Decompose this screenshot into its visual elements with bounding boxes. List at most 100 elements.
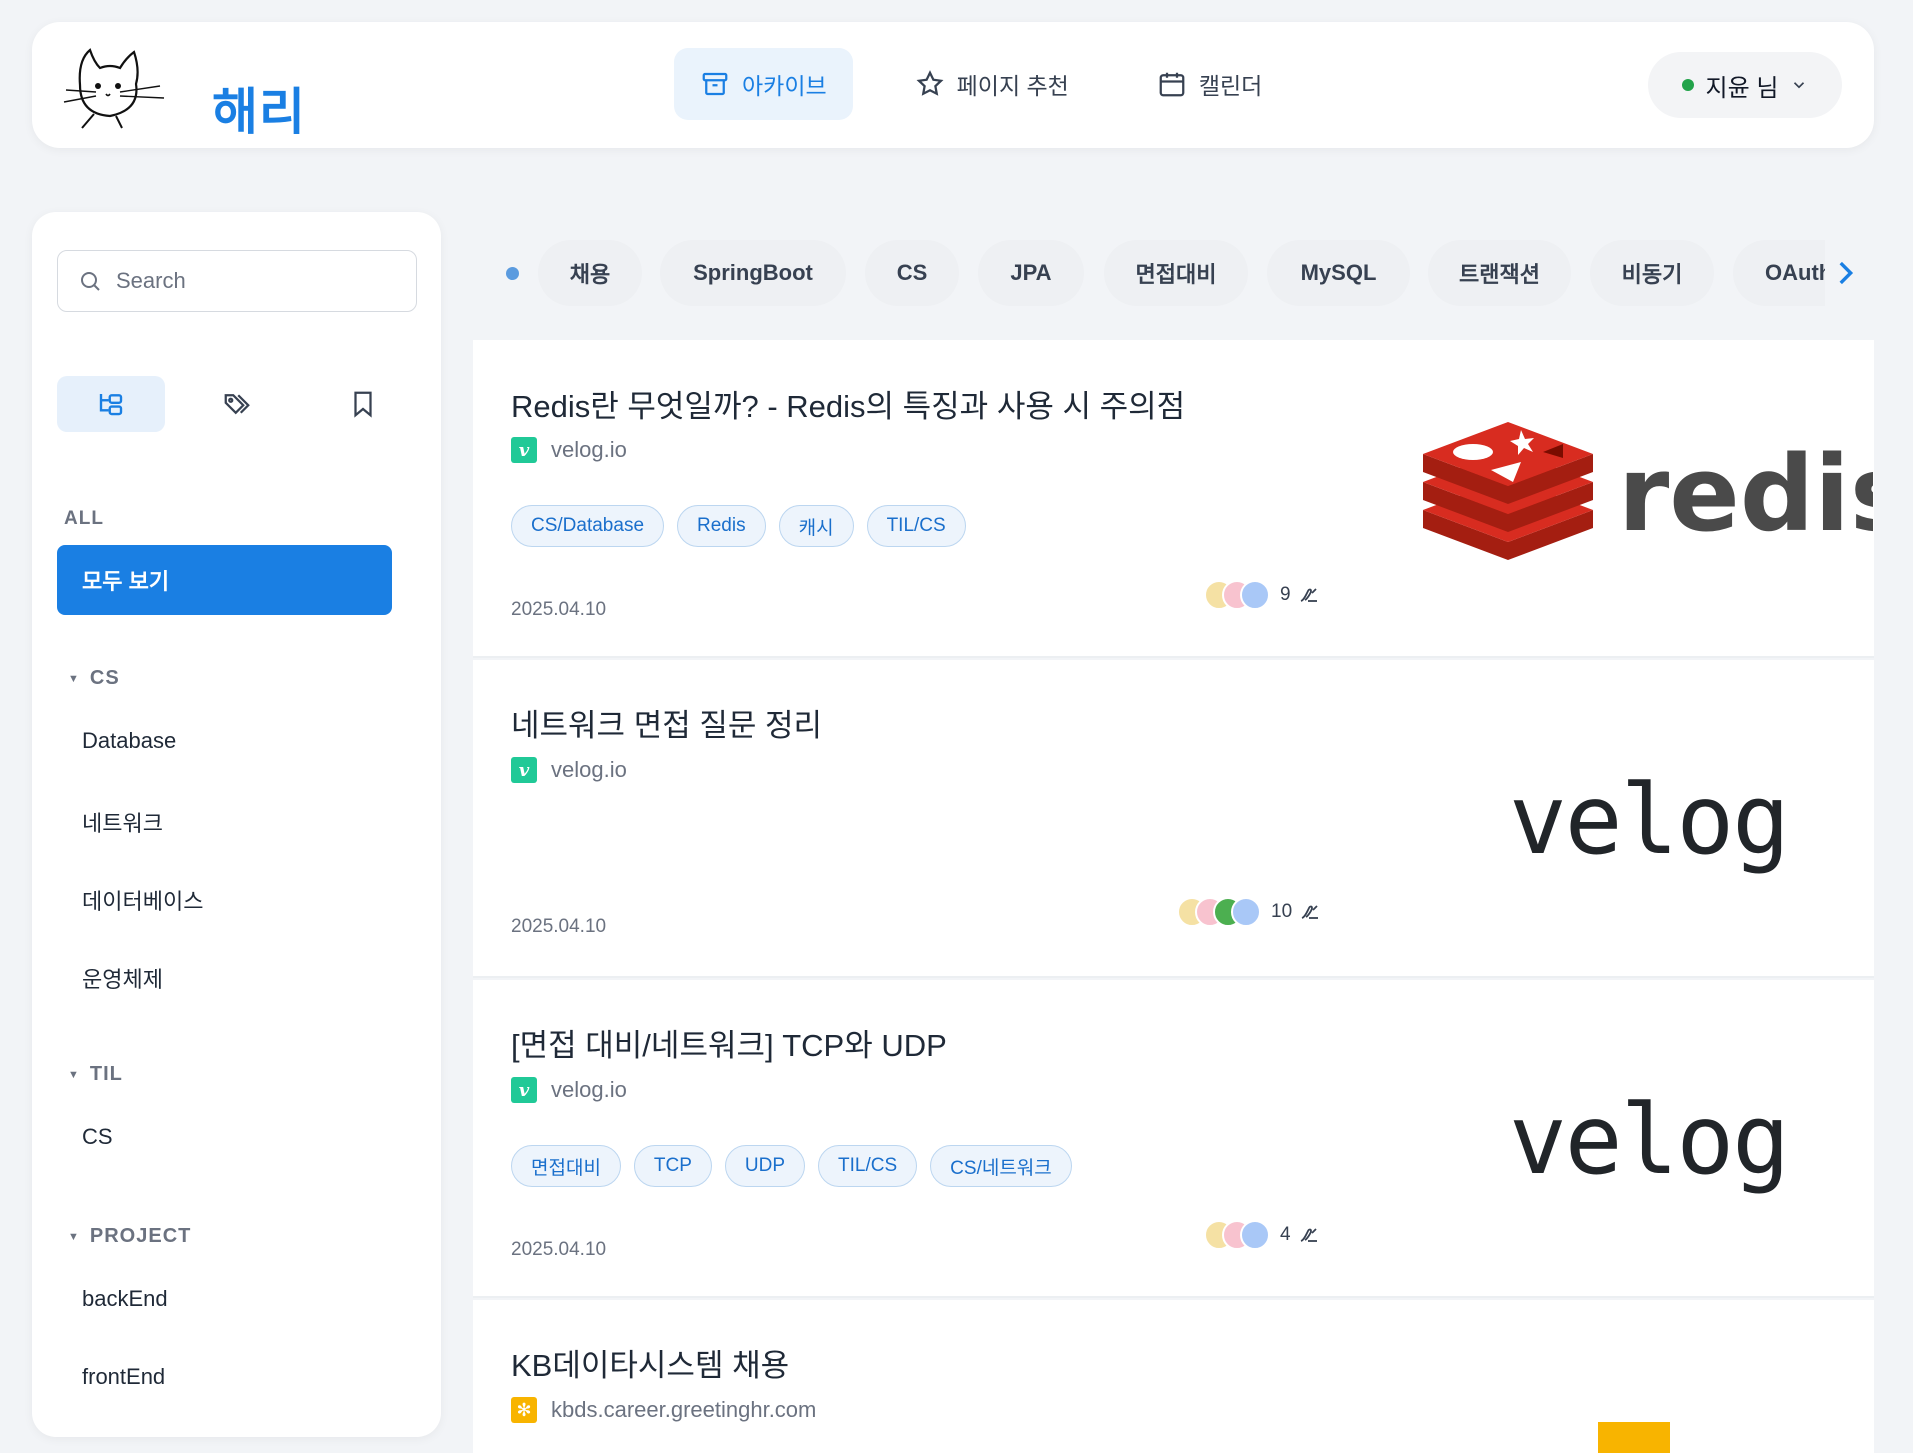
redis-wordmark: redis <box>1618 433 1873 555</box>
sidebar-item-os[interactable]: 운영체제 <box>82 962 163 994</box>
calendar-icon <box>1159 72 1185 97</box>
post-readers[interactable]: 10 <box>1177 897 1322 927</box>
signature-icon <box>1300 588 1317 602</box>
tag-chip[interactable]: 트랜잭션 <box>1428 240 1571 306</box>
reader-count: 4 <box>1280 1224 1291 1245</box>
tag-chip[interactable]: MySQL <box>1267 240 1410 306</box>
post-card[interactable]: [면접 대비/네트워크] TCP와 UDP v velog.io 면접대비 TC… <box>473 980 1874 1298</box>
post-tag[interactable]: Redis <box>677 505 766 547</box>
avatar <box>1240 1220 1270 1250</box>
group-head-project[interactable]: ▼ PROJECT <box>68 1225 191 1248</box>
reader-count: 9 <box>1280 584 1291 605</box>
view-all-button[interactable]: 모두 보기 <box>57 545 392 615</box>
post-title[interactable]: [면접 대비/네트워크] TCP와 UDP <box>511 1020 947 1065</box>
nav-calendar[interactable]: 캘린더 <box>1131 48 1288 120</box>
velog-favicon-icon: v <box>511 1077 537 1103</box>
tab-tags[interactable] <box>183 376 291 432</box>
post-tag-list: 면접대비 TCP UDP TIL/CS CS/네트워크 <box>511 1145 1072 1187</box>
post-title[interactable]: 네트워크 면접 질문 정리 <box>511 700 822 745</box>
search-input[interactable] <box>116 268 396 294</box>
tag-chip[interactable]: 면접대비 <box>1104 240 1248 306</box>
collapse-triangle-icon: ▼ <box>68 1230 80 1243</box>
user-name: 지윤 님 <box>1705 74 1779 102</box>
sidebar: ALL 모두 보기 ▼ CS Database 네트워크 데이터베이스 운영체제… <box>32 212 441 1437</box>
search-box[interactable] <box>57 250 417 312</box>
post-tag[interactable]: TIL/CS <box>818 1145 918 1187</box>
star-icon <box>916 70 944 96</box>
post-tag[interactable]: TCP <box>633 1145 712 1187</box>
sidebar-item-network[interactable]: 네트워크 <box>82 806 163 838</box>
group-head-cs[interactable]: ▼ CS <box>68 667 120 690</box>
sidebar-item-database-kr[interactable]: 데이터베이스 <box>82 884 203 916</box>
nav-archive[interactable]: 아카이브 <box>674 48 853 120</box>
post-tag[interactable]: CS/네트워크 <box>930 1145 1072 1187</box>
post-card[interactable]: Redis란 무엇일까? - Redis의 특징과 사용 시 주의점 v vel… <box>473 340 1874 658</box>
greetinghr-favicon-icon: ✻ <box>511 1397 537 1423</box>
collapse-triangle-icon: ▼ <box>68 672 80 685</box>
tab-folder-tree[interactable] <box>57 376 165 432</box>
tag-chip[interactable]: CS <box>865 240 959 306</box>
nav-recommend[interactable]: 페이지 추천 <box>889 48 1095 120</box>
reader-avatars <box>1204 580 1270 610</box>
post-readers[interactable]: 9 <box>1204 580 1321 610</box>
bookmark-icon <box>354 391 372 418</box>
post-title[interactable]: KB데이타시스템 채용 <box>511 1340 789 1385</box>
tag-chip[interactable]: 채용 <box>538 240 642 306</box>
velog-logo-thumbnail: velog <box>1509 1084 1790 1196</box>
post-source: ✻ kbds.career.greetinghr.com <box>511 1397 816 1423</box>
top-header: 해리 아카이브 페이지 추천 캘린더 지윤 님 <box>32 22 1874 148</box>
post-readers[interactable]: 4 <box>1204 1220 1321 1250</box>
view-tabs <box>57 376 417 432</box>
collapse-triangle-icon: ▼ <box>68 1068 80 1081</box>
signature-icon <box>1300 1228 1317 1242</box>
reader-avatars <box>1204 1220 1270 1250</box>
signature-icon <box>1301 905 1319 919</box>
avatar <box>1231 897 1261 927</box>
group-head-til[interactable]: ▼ TIL <box>68 1063 123 1086</box>
post-tag[interactable]: 캐시 <box>778 505 854 547</box>
archive-box-icon <box>702 72 728 96</box>
online-status-dot <box>1681 79 1694 91</box>
group-name: CS <box>89 667 120 689</box>
search-icon <box>81 272 100 291</box>
post-card[interactable]: 네트워크 면접 질문 정리 v velog.io 2025.04.10 10 v… <box>473 660 1874 978</box>
sidebar-item-backend[interactable]: backEnd <box>82 1286 168 1312</box>
user-menu-button[interactable]: 지윤 님 <box>1648 52 1842 118</box>
post-site-label: velog.io <box>551 757 627 782</box>
post-site-label: velog.io <box>551 437 627 462</box>
post-date: 2025.04.10 <box>511 599 607 620</box>
group-name: TIL <box>89 1063 123 1085</box>
main-nav: 아카이브 페이지 추천 캘린더 <box>674 48 1288 120</box>
post-tag[interactable]: 면접대비 <box>511 1145 621 1187</box>
sidebar-item-database[interactable]: Database <box>82 728 176 754</box>
company-logo-thumbnail <box>1598 1422 1670 1453</box>
post-card[interactable]: KB데이타시스템 채용 ✻ kbds.career.greetinghr.com <box>473 1300 1874 1453</box>
tag-chip[interactable]: SpringBoot <box>660 240 846 306</box>
cat-logo-icon[interactable] <box>60 40 170 130</box>
chevron-down-icon <box>1794 82 1805 89</box>
chevron-right-icon[interactable] <box>1828 256 1862 290</box>
post-tag[interactable]: CS/Database <box>511 505 665 547</box>
tag-chip[interactable]: 비동기 <box>1590 240 1714 306</box>
post-title[interactable]: Redis란 무엇일까? - Redis의 특징과 사용 시 주의점 <box>511 381 1185 426</box>
tag-filter-bar: 채용 SpringBoot CS JPA 면접대비 MySQL 트랜잭션 비동기… <box>473 240 1873 306</box>
tab-bookmarks[interactable] <box>309 376 417 432</box>
post-site-label: velog.io <box>551 1077 627 1102</box>
post-source: v velog.io <box>511 757 627 783</box>
nav-recommend-label: 페이지 추천 <box>956 73 1069 99</box>
post-site-label: kbds.career.greetinghr.com <box>551 1397 817 1422</box>
post-tag[interactable]: UDP <box>724 1145 806 1187</box>
app-logo-text[interactable]: 해리 <box>212 72 306 144</box>
tag-chip[interactable]: OAuth <box>1733 240 1825 306</box>
velog-favicon-icon: v <box>511 437 537 463</box>
group-name: PROJECT <box>89 1225 192 1247</box>
tag-chip[interactable]: JPA <box>978 240 1084 306</box>
reader-count: 10 <box>1271 901 1293 922</box>
sidebar-item-til-cs[interactable]: CS <box>82 1124 113 1150</box>
post-tag[interactable]: TIL/CS <box>866 505 966 547</box>
velog-logo-thumbnail: velog <box>1509 764 1790 876</box>
velog-favicon-icon: v <box>511 757 537 783</box>
section-label-all: ALL <box>64 508 104 529</box>
sidebar-item-frontend[interactable]: frontEnd <box>82 1364 165 1390</box>
tag-indicator-dot <box>506 267 519 280</box>
